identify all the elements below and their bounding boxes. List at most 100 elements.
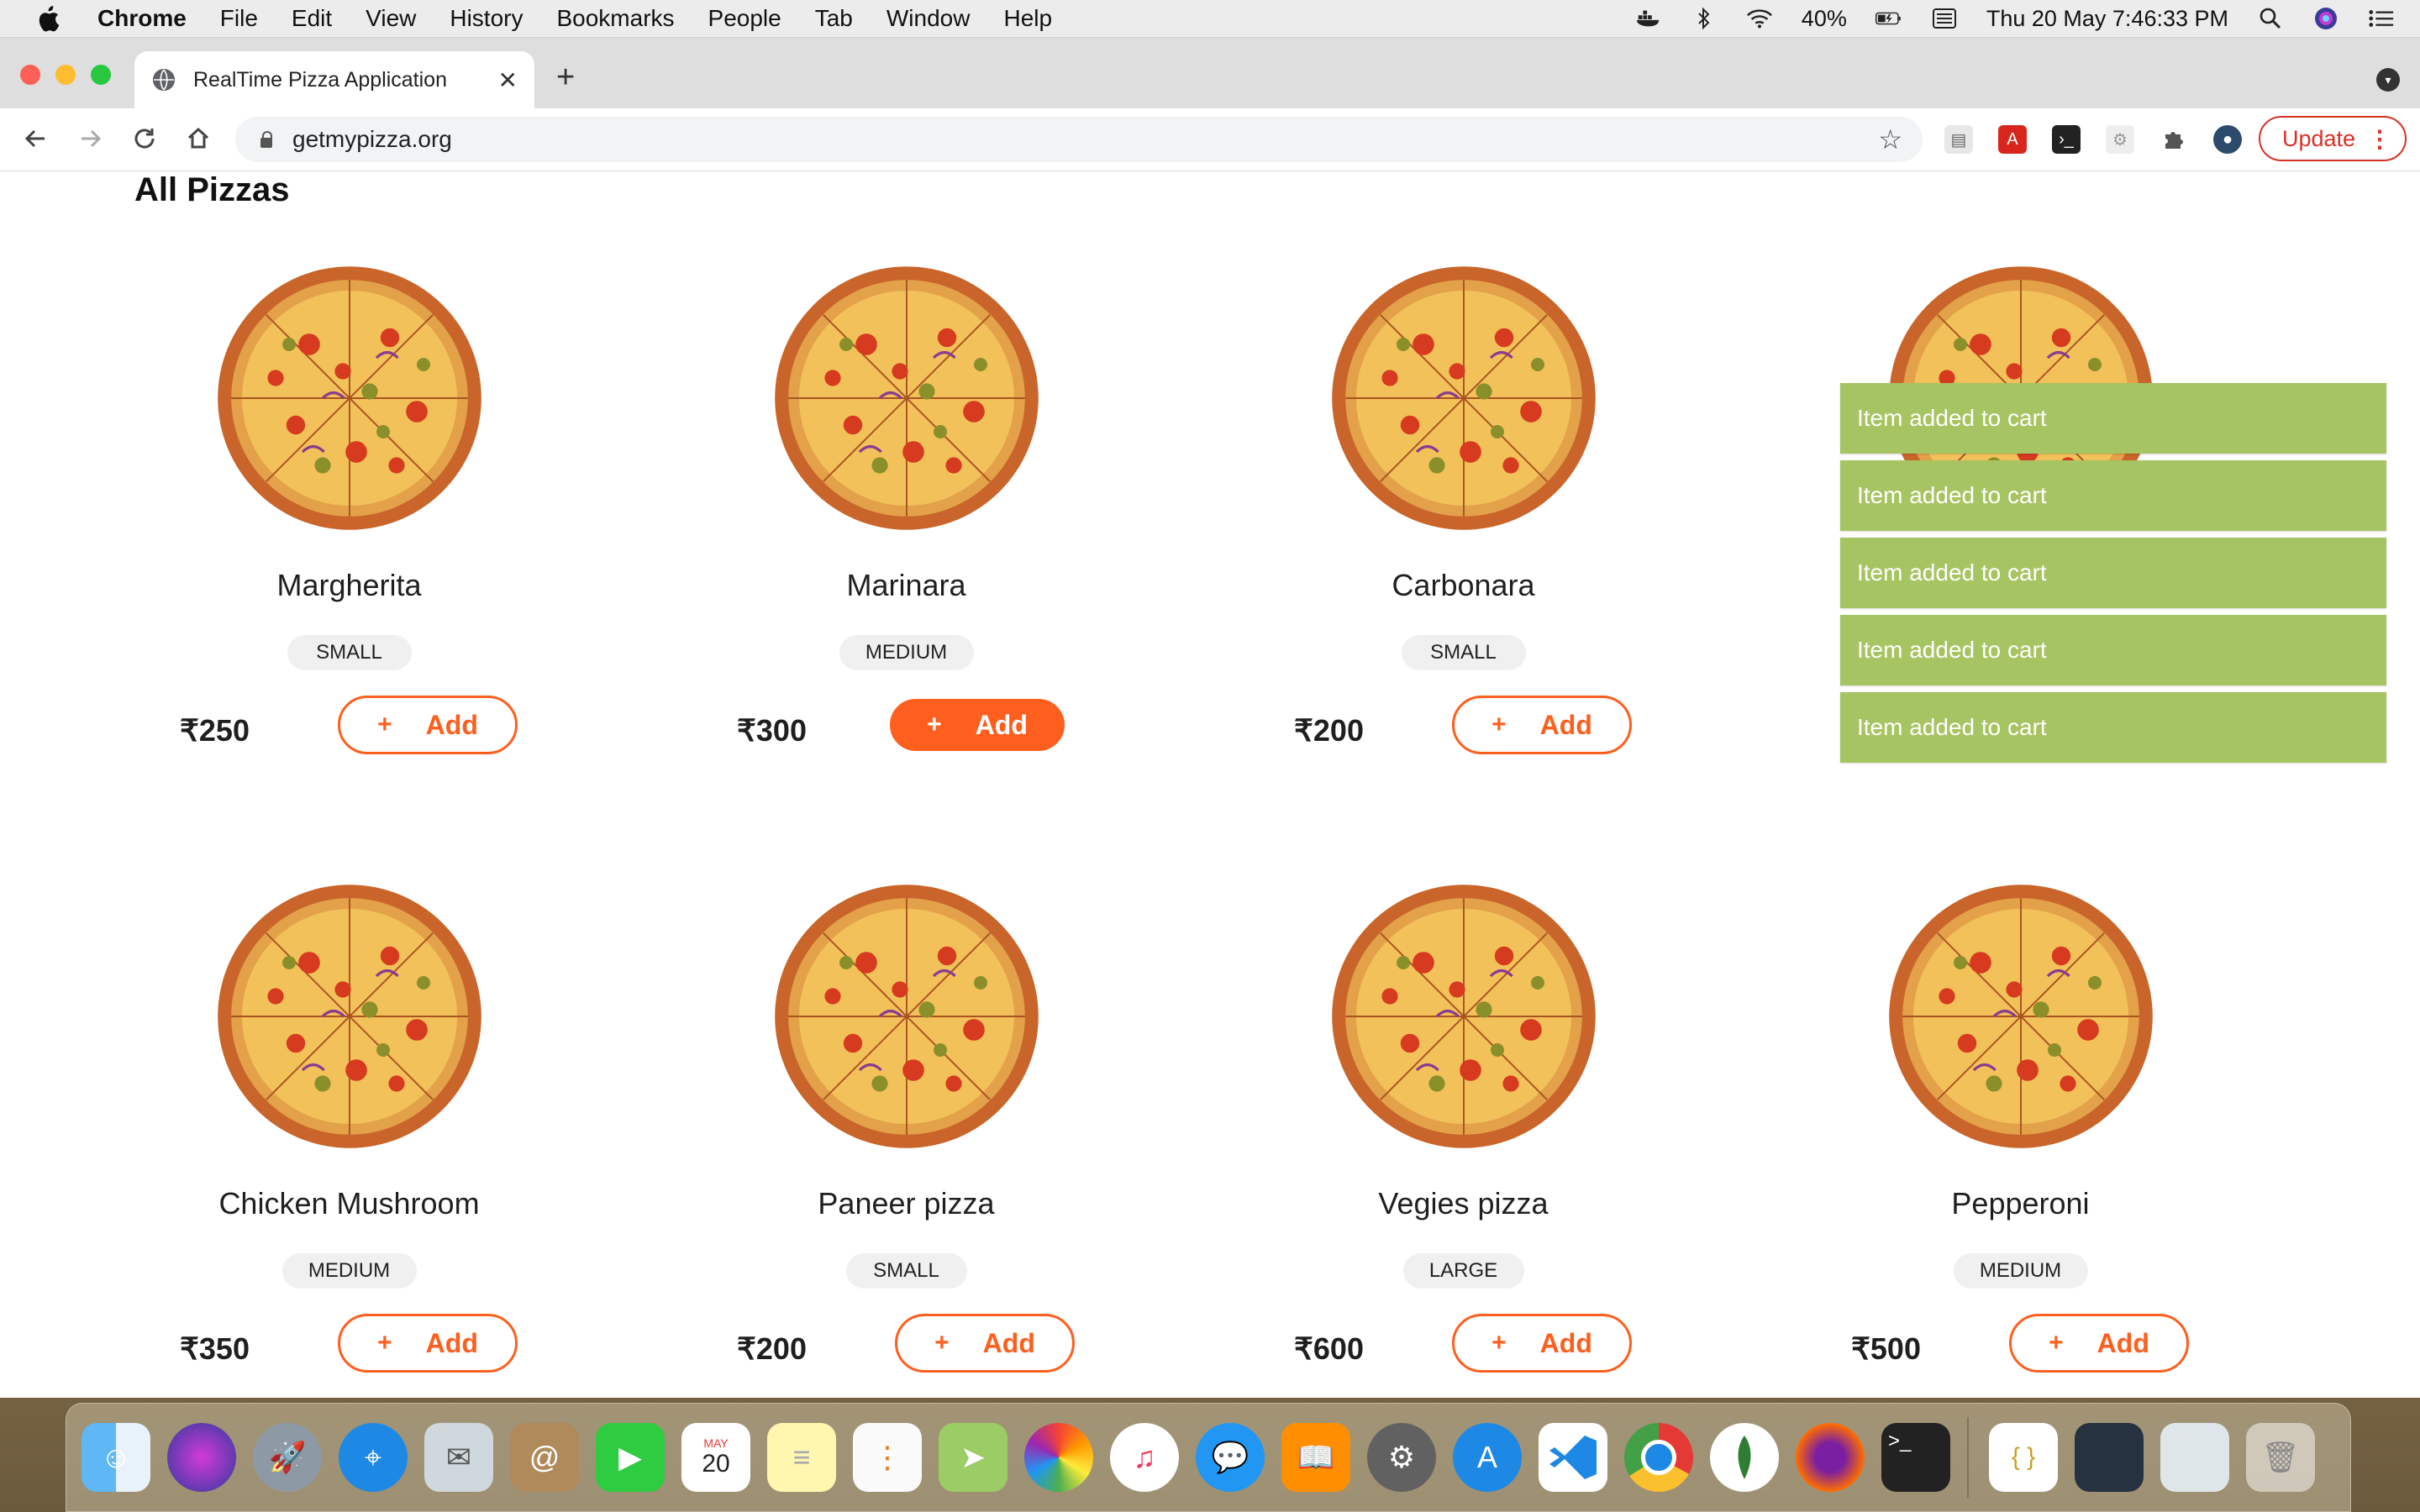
address-bar[interactable]: getmypizza.org ☆ <box>235 117 1923 162</box>
pizza-image <box>772 264 1041 533</box>
menu-history[interactable]: History <box>450 5 523 32</box>
toast-notification[interactable]: Item added to cart <box>1840 692 2386 763</box>
close-tab-icon[interactable]: ✕ <box>498 66 518 94</box>
url-text[interactable]: getmypizza.org <box>292 126 452 153</box>
bookmark-star-icon[interactable]: ☆ <box>1878 123 1902 155</box>
pizza-card: Carbonara SMALL ₹200 + Add <box>1185 264 1742 852</box>
terminal-extension-icon[interactable]: ›_ <box>2052 125 2081 154</box>
update-button[interactable]: Update ⋮ <box>2259 116 2407 161</box>
close-window-button[interactable] <box>20 65 40 85</box>
tab-title: RealTime Pizza Application <box>193 67 447 92</box>
browser-tab-active[interactable]: RealTime Pizza Application ✕ <box>134 51 534 108</box>
pizza-price: ₹250 <box>180 713 250 748</box>
docker-icon[interactable] <box>1635 8 1662 29</box>
tab-search-icon[interactable]: ▾ <box>2376 68 2400 92</box>
size-badge: SMALL <box>845 1253 967 1289</box>
profile-avatar[interactable]: ● <box>2213 125 2242 154</box>
pdf-extension-icon[interactable]: A <box>1998 125 2027 154</box>
reading-list-icon[interactable]: ▤ <box>1944 125 1973 154</box>
minimize-window-button[interactable] <box>55 65 76 85</box>
plus-icon: + <box>377 711 392 738</box>
home-icon[interactable] <box>182 122 215 155</box>
add-to-cart-button[interactable]: + Add <box>338 1314 518 1373</box>
pizza-name: Margherita <box>276 568 422 602</box>
books-icon[interactable]: 📖 <box>1281 1423 1350 1492</box>
menu-app-name[interactable]: Chrome <box>97 5 187 32</box>
extensions-puzzle-icon[interactable] <box>2160 125 2188 154</box>
add-to-cart-button[interactable]: + Add <box>2009 1314 2189 1373</box>
toast-notification[interactable]: Item added to cart <box>1840 383 2386 454</box>
size-badge: MEDIUM <box>281 1253 417 1289</box>
section-title: All Pizzas <box>134 171 290 208</box>
reload-icon[interactable] <box>128 122 161 155</box>
browser-toolbar: getmypizza.org ☆ ▤ A ›_ ⚙ ● Update ⋮ <box>0 108 2420 171</box>
pizza-name: Vegies pizza <box>1378 1186 1549 1221</box>
lock-icon[interactable] <box>259 130 274 149</box>
mail-icon[interactable]: ✉ <box>424 1423 493 1492</box>
toast-notification[interactable]: Item added to cart <box>1840 460 2386 531</box>
calendar-icon[interactable]: MAY 20 <box>681 1423 750 1492</box>
chrome-menu-icon[interactable]: ⋮ <box>2368 125 2391 153</box>
music-icon[interactable]: ♫ <box>1110 1423 1179 1492</box>
notes-icon[interactable]: ≡ <box>767 1423 836 1492</box>
maps-icon[interactable]: ➤ <box>939 1423 1007 1492</box>
photos-icon[interactable] <box>1024 1423 1093 1492</box>
dock-separator <box>1967 1417 1969 1498</box>
menu-edit[interactable]: Edit <box>292 5 332 32</box>
add-to-cart-button[interactable]: + Add <box>1452 1314 1632 1373</box>
globe-icon <box>153 69 175 91</box>
vscode-icon[interactable] <box>1539 1423 1607 1492</box>
zoom-window-button[interactable] <box>91 65 111 85</box>
menu-file[interactable]: File <box>220 5 258 32</box>
contacts-icon[interactable]: @ <box>510 1423 579 1492</box>
back-icon[interactable] <box>18 122 52 155</box>
window-thumbnail-icon[interactable] <box>2160 1423 2229 1492</box>
facetime-icon[interactable]: ▶ <box>596 1423 665 1492</box>
add-to-cart-button[interactable]: + Add <box>1452 696 1632 754</box>
size-badge: SMALL <box>287 635 412 670</box>
plus-icon: + <box>1491 711 1507 738</box>
finder-icon[interactable]: ☺ <box>82 1423 150 1492</box>
menu-help[interactable]: Help <box>1003 5 1052 32</box>
forward-icon[interactable] <box>74 122 108 155</box>
siri-icon[interactable] <box>2312 8 2339 29</box>
messages-icon[interactable]: 💬 <box>1196 1423 1265 1492</box>
keyboard-viewer-icon[interactable] <box>1931 8 1958 29</box>
terminal-icon[interactable]: >_ <box>1881 1423 1950 1492</box>
mongodb-compass-icon[interactable] <box>1710 1423 1779 1492</box>
battery-icon[interactable] <box>1875 8 1902 29</box>
reminders-icon[interactable]: ⋮ <box>853 1423 922 1492</box>
size-badge: SMALL <box>1401 635 1526 670</box>
menu-people[interactable]: People <box>708 5 781 32</box>
menu-view[interactable]: View <box>366 5 416 32</box>
toast-notification[interactable]: Item added to cart <box>1840 615 2386 685</box>
app-store-icon[interactable]: A <box>1453 1423 1522 1492</box>
add-to-cart-button[interactable]: + Add <box>895 1314 1075 1373</box>
json-file-icon[interactable]: { } <box>1989 1423 2058 1492</box>
menu-window[interactable]: Window <box>886 5 971 32</box>
apple-menu-icon[interactable] <box>34 4 62 33</box>
toast-notification[interactable]: Item added to cart <box>1840 538 2386 608</box>
menu-tab[interactable]: Tab <box>815 5 853 32</box>
wifi-icon[interactable] <box>1746 8 1773 29</box>
pizza-card: Pepperoni MEDIUM ₹500 + Add <box>1742 882 2299 1398</box>
control-center-icon[interactable] <box>2368 8 2395 29</box>
chrome-icon[interactable] <box>1624 1423 1693 1492</box>
clock[interactable]: Thu 20 May 7:46:33 PM <box>1986 6 2228 32</box>
menu-bookmarks[interactable]: Bookmarks <box>556 5 674 32</box>
app-menu: Chrome File Edit View History Bookmarks … <box>97 5 1086 32</box>
launchpad-icon[interactable]: 🚀 <box>253 1423 322 1492</box>
new-tab-icon[interactable]: + <box>556 61 575 93</box>
window-thumbnail-icon[interactable] <box>2075 1423 2144 1492</box>
extension-icon[interactable]: ⚙ <box>2106 125 2134 154</box>
firefox-icon[interactable] <box>1796 1423 1865 1492</box>
add-to-cart-button[interactable]: + Add <box>890 699 1065 751</box>
trash-icon[interactable]: 🗑 <box>2246 1423 2315 1492</box>
system-preferences-icon[interactable]: ⚙ <box>1367 1423 1436 1492</box>
siri-icon[interactable] <box>167 1423 236 1492</box>
bluetooth-icon[interactable] <box>1691 7 1718 30</box>
add-to-cart-button[interactable]: + Add <box>338 696 518 754</box>
spotlight-search-icon[interactable] <box>2257 8 2284 29</box>
safari-icon[interactable]: ⌖ <box>339 1423 408 1492</box>
pizza-price: ₹600 <box>1294 1331 1364 1366</box>
